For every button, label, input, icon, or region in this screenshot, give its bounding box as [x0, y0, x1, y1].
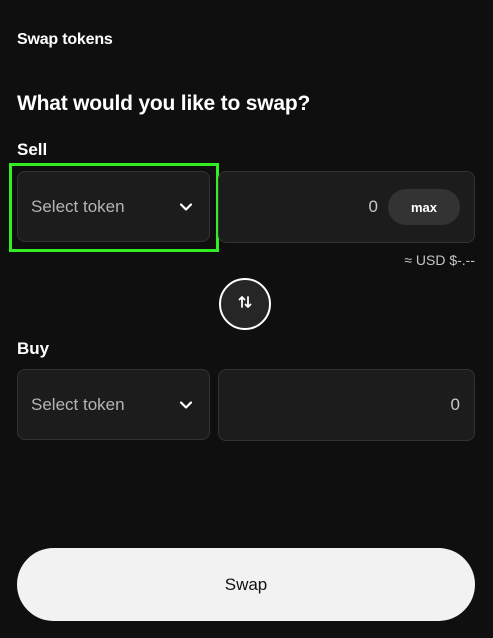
chevron-down-icon [177, 198, 195, 216]
page-title: Swap tokens [17, 31, 113, 48]
buy-token-select-label: Select token [31, 394, 125, 414]
sell-label: Sell [17, 140, 48, 159]
chevron-down-icon [177, 396, 195, 414]
sell-token-select[interactable]: Select token [17, 171, 210, 242]
swap-button[interactable]: Swap [17, 548, 475, 621]
buy-amount-field[interactable]: 0 [218, 369, 475, 441]
buy-token-select[interactable]: Select token [17, 369, 210, 440]
swap-question-heading: What would you like to swap? [17, 92, 311, 115]
buy-amount-value: 0 [450, 395, 460, 414]
swap-direction-button[interactable] [219, 278, 271, 330]
sell-token-select-label: Select token [31, 196, 125, 216]
sell-amount-value: 0 [368, 197, 378, 216]
usd-estimate: ≈ USD $-.-- [404, 252, 475, 268]
max-button[interactable]: max [388, 189, 460, 225]
swap-vertical-arrows-icon [235, 292, 255, 317]
sell-amount-field[interactable]: 0 max [218, 171, 475, 243]
swap-panel: Swap tokens What would you like to swap?… [0, 0, 493, 638]
buy-label: Buy [17, 339, 50, 358]
